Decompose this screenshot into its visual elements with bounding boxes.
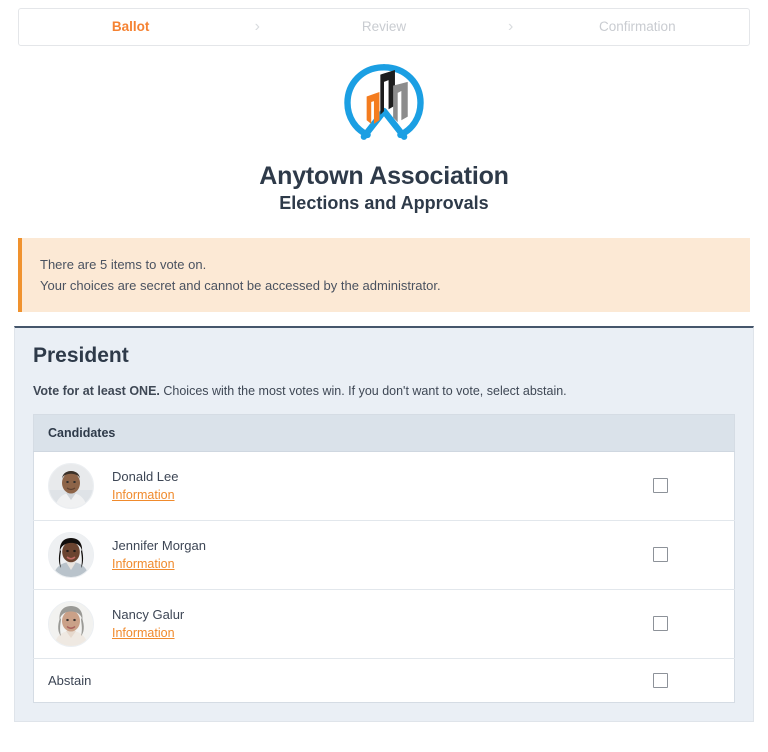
column-header-select (586, 414, 735, 453)
candidate-name: Nancy Galur (112, 606, 185, 622)
avatar (48, 601, 94, 648)
chevron-right-icon-2: › (507, 18, 514, 35)
candidates-table: Candidates Donald Lee Information Jennif… (33, 414, 735, 704)
candidate-checkbox[interactable] (652, 547, 668, 563)
candidates-table-head: Candidates (33, 414, 735, 453)
nancy-galur-photo-icon (49, 602, 93, 647)
chevron-right-icon-1: › (254, 18, 260, 35)
candidate-information-link[interactable]: Information (112, 624, 175, 643)
table-row[interactable]: Jennifer Morgan Information (33, 520, 735, 591)
candidate-select-cell (586, 451, 735, 522)
brand-header: Anytown Association Elections and Approv… (0, 46, 768, 224)
candidate-cell: Donald Lee Information (33, 451, 586, 522)
candidate-cell: Nancy Galur Information (33, 589, 586, 660)
candidate-select-cell (586, 589, 735, 660)
donald-lee-photo-icon (49, 464, 93, 509)
abstain-select-cell (586, 658, 735, 703)
candidate-information-link[interactable]: Information (112, 555, 175, 574)
abstain-label: Abstain (48, 673, 92, 689)
table-row[interactable]: Donald Lee Information (33, 451, 735, 522)
progress-steps-container: Ballot › Review › Confirmation (0, 0, 768, 46)
step-confirmation[interactable]: Confirmation (526, 20, 749, 34)
candidate-name: Donald Lee (112, 468, 179, 484)
contest-section-president: President Vote for at least ONE. Choices… (14, 326, 754, 723)
progress-steps: Ballot › Review › Confirmation (18, 8, 750, 46)
candidate-select-cell (586, 520, 735, 591)
abstain-cell: Abstain (33, 658, 586, 703)
step-ballot[interactable]: Ballot (19, 20, 242, 34)
table-header-row: Candidates (33, 414, 735, 453)
contest-instructions: Vote for at least ONE. Choices with the … (33, 383, 735, 401)
instructions-emphasis: Vote for at least ONE. (33, 383, 160, 398)
candidate-information-link[interactable]: Information (112, 486, 175, 505)
ballot-info-banner: There are 5 items to vote on. Your choic… (18, 238, 750, 313)
avatar (48, 532, 94, 579)
candidate-checkbox[interactable] (652, 616, 668, 632)
page-title: Anytown Association (259, 162, 509, 190)
candidate-checkbox[interactable] (652, 478, 668, 494)
page-subtitle: Elections and Approvals (279, 192, 489, 213)
candidates-table-body: Donald Lee Information Jennifer Morgan I… (33, 451, 735, 703)
candidate-name: Jennifer Morgan (112, 537, 206, 553)
table-row[interactable]: Abstain (33, 658, 735, 703)
column-header-candidates: Candidates (33, 414, 586, 453)
instructions-detail: Choices with the most votes win. If you … (159, 383, 567, 398)
contest-title: President (33, 344, 129, 368)
table-row[interactable]: Nancy Galur Information (33, 589, 735, 660)
jennifer-morgan-photo-icon (49, 533, 93, 578)
anytown-association-logo-icon (344, 64, 424, 140)
avatar (48, 463, 94, 510)
step-review[interactable]: Review (272, 20, 495, 34)
banner-line-items-count: There are 5 items to vote on. (40, 257, 207, 273)
candidate-cell: Jennifer Morgan Information (33, 520, 586, 591)
banner-line-privacy: Your choices are secret and cannot be ac… (40, 278, 441, 294)
abstain-checkbox[interactable] (652, 672, 668, 688)
